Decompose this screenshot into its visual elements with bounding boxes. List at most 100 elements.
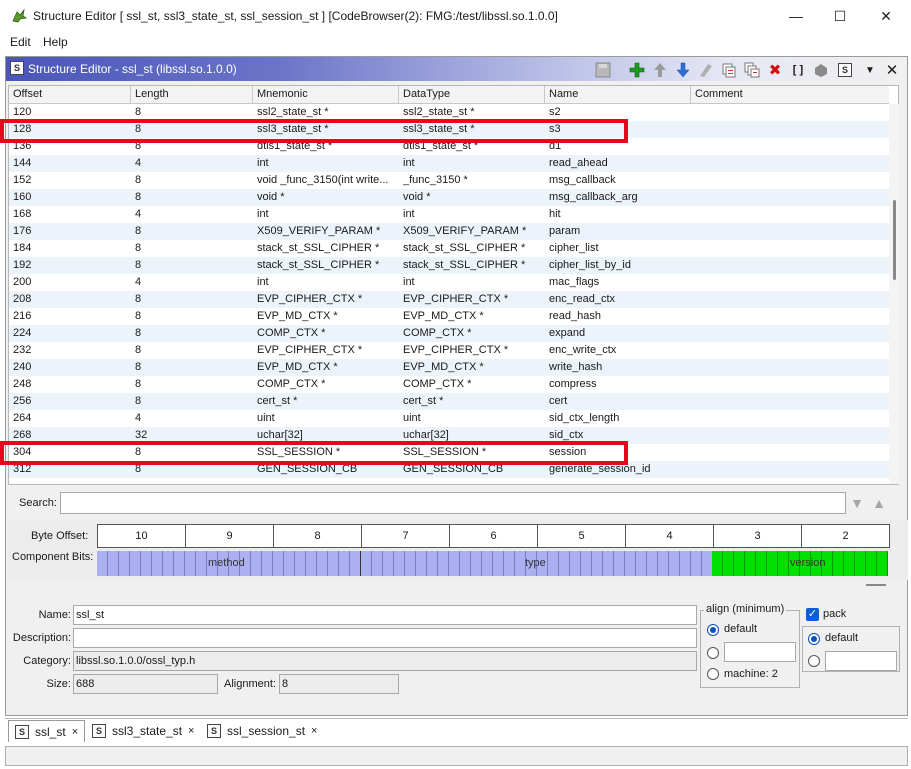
array-icon[interactable]: [ ] (789, 61, 807, 79)
cell-name[interactable]: hit (549, 206, 691, 223)
cell-datatype[interactable]: stack_st_SSL_CIPHER * (403, 240, 545, 257)
tab-close-icon[interactable]: × (311, 725, 317, 737)
duplicate-multiple-icon[interactable] (743, 61, 761, 79)
save-icon[interactable] (594, 61, 612, 79)
cell-mnemonic[interactable]: void * (257, 189, 399, 206)
cell-mnemonic[interactable]: EVP_MD_CTX * (257, 308, 399, 325)
cell-length[interactable]: 8 (135, 291, 253, 308)
table-row[interactable]: 208 8 EVP_CIPHER_CTX * EVP_CIPHER_CTX * enc_… (9, 291, 889, 308)
cell-mnemonic[interactable]: cert_st * (257, 393, 399, 410)
column-header-mnemonic[interactable]: Mnemonic (253, 86, 399, 104)
cell-name[interactable]: cert (549, 393, 691, 410)
cell-name[interactable]: read_hash (549, 308, 691, 325)
description-field[interactable] (73, 628, 697, 648)
menu-edit[interactable]: Edit (10, 35, 31, 49)
panel-close-icon[interactable]: ✕ (883, 61, 901, 79)
unpack-icon[interactable] (812, 61, 830, 79)
cell-offset[interactable]: 144 (13, 155, 131, 172)
search-previous-icon[interactable]: ▲ (871, 495, 887, 511)
cell-mnemonic[interactable]: COMP_CTX * (257, 325, 399, 342)
size-field[interactable]: 688 (73, 674, 218, 694)
cell-name[interactable]: cipher_list (549, 240, 691, 257)
cell-offset[interactable]: 224 (13, 325, 131, 342)
cell-datatype[interactable]: EVP_CIPHER_CTX * (403, 342, 545, 359)
cell-offset[interactable]: 232 (13, 342, 131, 359)
align-custom-radio[interactable] (707, 647, 719, 659)
cell-offset[interactable]: 184 (13, 240, 131, 257)
pack-checkbox[interactable]: ✓ (806, 608, 819, 621)
search-input[interactable] (60, 492, 846, 514)
pack-default-radio[interactable] (808, 633, 820, 645)
cell-mnemonic[interactable]: EVP_CIPHER_CTX * (257, 342, 399, 359)
table-row[interactable]: 200 4 int int mac_flags (9, 274, 889, 291)
cell-name[interactable]: cipher_list_by_id (549, 257, 691, 274)
align-default-radio[interactable] (707, 624, 719, 636)
cell-length[interactable]: 8 (135, 359, 253, 376)
cell-name[interactable]: mac_flags (549, 274, 691, 291)
cell-name[interactable]: msg_callback_arg (549, 189, 691, 206)
cell-datatype[interactable]: COMP_CTX * (403, 376, 545, 393)
cell-offset[interactable]: 216 (13, 308, 131, 325)
table-row[interactable]: 216 8 EVP_MD_CTX * EVP_MD_CTX * read_hash (9, 308, 889, 325)
cell-datatype[interactable]: stack_st_SSL_CIPHER * (403, 257, 545, 274)
cell-mnemonic[interactable]: int (257, 155, 399, 172)
table-row[interactable]: 176 8 X509_VERIFY_PARAM * X509_VERIFY_PARAM… (9, 223, 889, 240)
cell-datatype[interactable]: COMP_CTX * (403, 325, 545, 342)
table-row[interactable]: 168 4 int int hit (9, 206, 889, 223)
maximize-button[interactable]: ☐ (817, 0, 863, 32)
cell-length[interactable]: 8 (135, 342, 253, 359)
vertical-scrollbar[interactable] (889, 104, 899, 484)
splitter-grip[interactable] (866, 584, 886, 586)
panel-menu-icon[interactable]: ▼ (861, 61, 879, 79)
cell-mnemonic[interactable]: COMP_CTX * (257, 376, 399, 393)
column-header-name[interactable]: Name (545, 86, 691, 104)
bits-method-type[interactable] (97, 551, 712, 576)
table-row[interactable]: 264 4 uint uint sid_ctx_length (9, 410, 889, 427)
close-window-button[interactable]: ✕ (863, 0, 909, 32)
cell-mnemonic[interactable]: stack_st_SSL_CIPHER * (257, 257, 399, 274)
cell-mnemonic[interactable]: EVP_CIPHER_CTX * (257, 291, 399, 308)
name-field[interactable]: ssl_st (73, 605, 697, 625)
cell-name[interactable]: read_ahead (549, 155, 691, 172)
cell-length[interactable]: 8 (135, 308, 253, 325)
cell-name[interactable]: enc_write_ctx (549, 342, 691, 359)
cell-length[interactable]: 4 (135, 410, 253, 427)
cell-datatype[interactable]: EVP_MD_CTX * (403, 308, 545, 325)
cell-name[interactable]: sid_ctx_length (549, 410, 691, 427)
cell-mnemonic[interactable]: EVP_MD_CTX * (257, 359, 399, 376)
tab-close-icon[interactable]: × (72, 726, 78, 738)
pack-custom-radio[interactable] (808, 655, 820, 667)
cell-mnemonic[interactable]: uint (257, 410, 399, 427)
scrollbar-thumb[interactable] (893, 200, 896, 280)
cell-length[interactable]: 8 (135, 376, 253, 393)
cell-name[interactable]: expand (549, 325, 691, 342)
cell-length[interactable]: 4 (135, 274, 253, 291)
cell-length[interactable]: 8 (135, 189, 253, 206)
cell-datatype[interactable]: int (403, 274, 545, 291)
cell-length[interactable]: 8 (135, 240, 253, 257)
align-machine-radio[interactable] (707, 668, 719, 680)
move-up-icon[interactable] (651, 61, 669, 79)
tab-ssl-st[interactable]: S ssl_st × (8, 720, 86, 742)
tab-ssl3-state-st[interactable]: S ssl3_state_st × (86, 720, 200, 742)
cell-offset[interactable]: 240 (13, 359, 131, 376)
move-down-icon[interactable] (674, 61, 692, 79)
column-header-offset[interactable]: Offset (9, 86, 131, 104)
pack-custom-field[interactable] (825, 651, 897, 671)
column-header-length[interactable]: Length (131, 86, 253, 104)
cell-mnemonic[interactable]: X509_VERIFY_PARAM * (257, 223, 399, 240)
cell-offset[interactable]: 200 (13, 274, 131, 291)
duplicate-icon[interactable] (720, 61, 738, 79)
cell-mnemonic[interactable]: void _func_3150(int write... (257, 172, 399, 189)
cell-datatype[interactable]: uint (403, 410, 545, 427)
table-row[interactable]: 248 8 COMP_CTX * COMP_CTX * compress (9, 376, 889, 393)
menu-help[interactable]: Help (43, 35, 68, 49)
cell-offset[interactable]: 160 (13, 189, 131, 206)
search-next-icon[interactable]: ▼ (849, 495, 865, 511)
table-row[interactable]: 224 8 COMP_CTX * COMP_CTX * expand (9, 325, 889, 342)
cell-length[interactable]: 8 (135, 223, 253, 240)
tab-ssl-session-st[interactable]: S ssl_session_st × (201, 720, 323, 742)
clear-icon[interactable] (697, 61, 715, 79)
cell-offset[interactable]: 208 (13, 291, 131, 308)
cell-name[interactable]: param (549, 223, 691, 240)
